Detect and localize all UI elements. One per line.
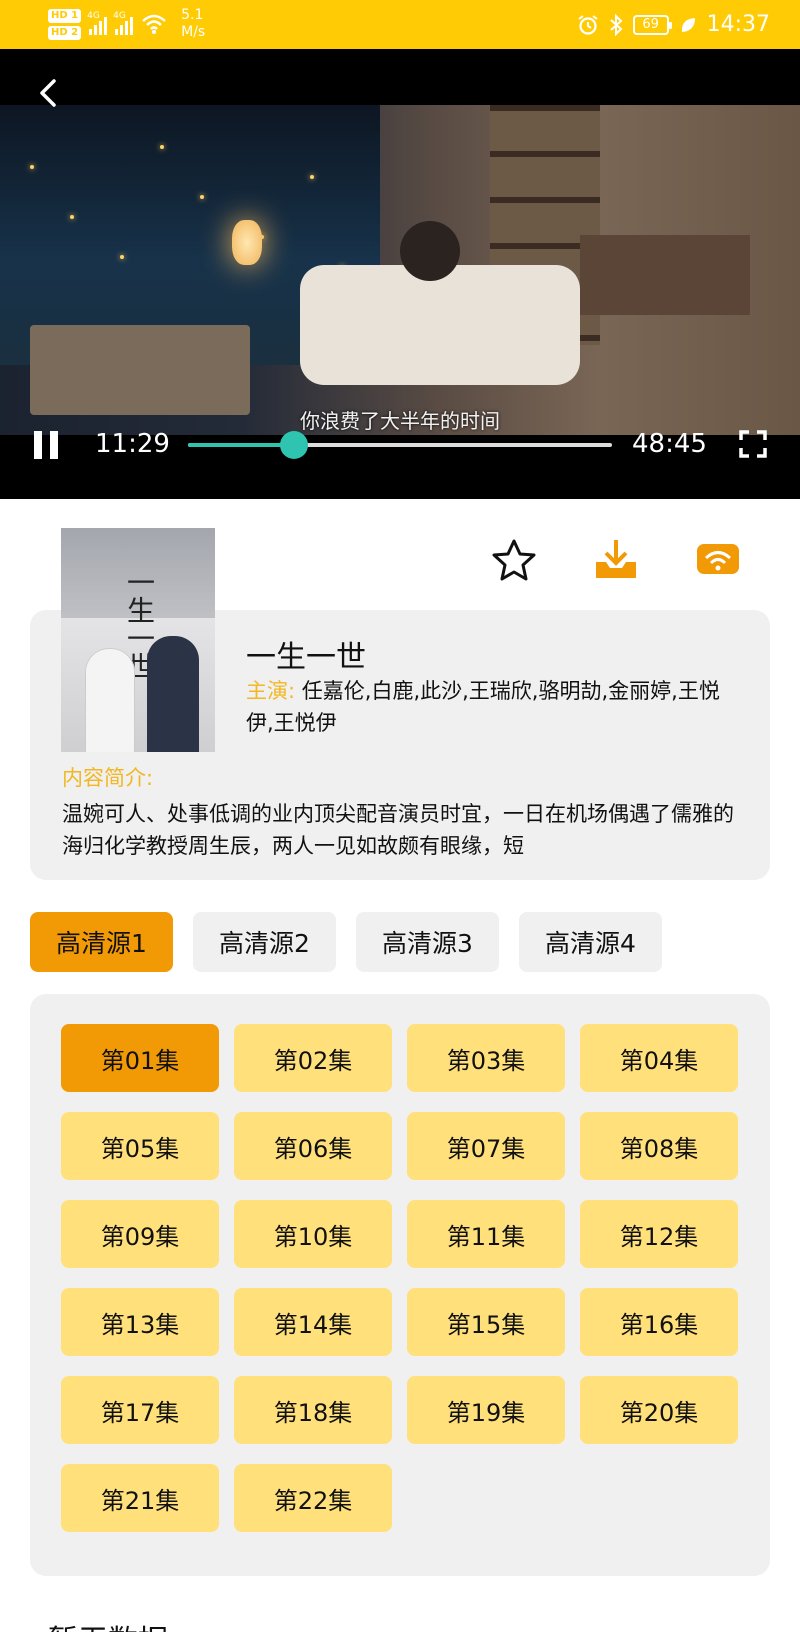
speed-value: 5.1 bbox=[181, 7, 204, 23]
progress-knob[interactable] bbox=[280, 431, 308, 459]
network-type-2: 4G bbox=[113, 11, 126, 21]
coffee-table bbox=[30, 325, 250, 415]
episode-button[interactable]: 第13集 bbox=[61, 1288, 219, 1356]
episode-button[interactable]: 第14集 bbox=[234, 1288, 392, 1356]
bluetooth-icon bbox=[609, 13, 623, 36]
episode-button[interactable]: 第10集 bbox=[234, 1200, 392, 1268]
episode-button[interactable]: 第19集 bbox=[407, 1376, 565, 1444]
episode-button[interactable]: 第01集 bbox=[61, 1024, 219, 1092]
player-controls: 11:29 48:45 bbox=[0, 419, 800, 471]
network-speed: 5.1 M/s bbox=[181, 7, 205, 41]
source-tab[interactable]: 高清源1 bbox=[30, 912, 173, 972]
status-bar: HD 1 HD 2 4G 4G 5.1 M/s 69 14:37 bbox=[0, 0, 800, 49]
show-title: 一生一世 bbox=[246, 640, 366, 675]
episode-button[interactable]: 第17集 bbox=[61, 1376, 219, 1444]
network-type-1: 4G bbox=[87, 11, 100, 21]
intro-label: 内容简介: bbox=[62, 766, 154, 790]
video-player[interactable]: 你浪费了大半年的时间 11:29 48:45 bbox=[0, 49, 800, 499]
episode-button[interactable]: 第11集 bbox=[407, 1200, 565, 1268]
battery-icon: 69 bbox=[632, 14, 672, 35]
speed-unit: M/s bbox=[181, 24, 206, 40]
signal-icon: 4G bbox=[113, 11, 134, 35]
sofa bbox=[300, 265, 580, 385]
status-left: HD 1 HD 2 4G 4G 5.1 M/s bbox=[48, 4, 205, 44]
episode-button[interactable]: 第16集 bbox=[580, 1288, 738, 1356]
hd-indicators: HD 1 HD 2 bbox=[48, 8, 82, 40]
cast-label: 主演: bbox=[246, 679, 296, 703]
episode-button[interactable]: 第02集 bbox=[234, 1024, 392, 1092]
episode-button[interactable]: 第18集 bbox=[234, 1376, 392, 1444]
favorite-star-icon[interactable] bbox=[490, 538, 538, 582]
section-title: 暂无数据 bbox=[48, 1616, 168, 1632]
pause-icon[interactable] bbox=[34, 431, 60, 459]
episode-button[interactable]: 第20集 bbox=[580, 1376, 738, 1444]
hd2-badge: HD 2 bbox=[48, 25, 82, 40]
status-right: 69 14:37 bbox=[577, 0, 770, 49]
source-tab[interactable]: 高清源3 bbox=[356, 912, 499, 972]
cast-screen-icon[interactable] bbox=[696, 538, 740, 582]
episode-button[interactable]: 第15集 bbox=[407, 1288, 565, 1356]
source-tab[interactable]: 高清源4 bbox=[519, 912, 662, 972]
download-icon[interactable] bbox=[594, 538, 638, 582]
episode-button[interactable]: 第08集 bbox=[580, 1112, 738, 1180]
cast-list: 任嘉伦,白鹿,此沙,王瑞欣,骆明劼,金丽婷,王悦伊,王悦伊 bbox=[246, 679, 720, 735]
episode-button[interactable]: 第07集 bbox=[407, 1112, 565, 1180]
episode-button[interactable]: 第09集 bbox=[61, 1200, 219, 1268]
signal-icon: 4G bbox=[87, 11, 108, 35]
episode-button[interactable]: 第06集 bbox=[234, 1112, 392, 1180]
episode-button[interactable]: 第21集 bbox=[61, 1464, 219, 1532]
intro-text: 温婉可人、处事低调的业内顶尖配音演员时宜，一日在机场偶遇了儒雅的海归化学教授周生… bbox=[62, 802, 734, 858]
clock: 14:37 bbox=[706, 12, 770, 37]
progress-fill bbox=[188, 443, 294, 447]
person bbox=[400, 221, 460, 281]
episode-button[interactable]: 第04集 bbox=[580, 1024, 738, 1092]
episode-button[interactable]: 第03集 bbox=[407, 1024, 565, 1092]
video-frame bbox=[0, 105, 800, 435]
fullscreen-icon[interactable] bbox=[738, 429, 768, 459]
progress-slider[interactable] bbox=[188, 431, 612, 459]
episode-button[interactable]: 第05集 bbox=[61, 1112, 219, 1180]
episode-button[interactable]: 第12集 bbox=[580, 1200, 738, 1268]
lamp bbox=[232, 220, 262, 265]
leaf-icon bbox=[681, 17, 695, 32]
alarm-icon bbox=[577, 14, 598, 35]
total-time: 48:45 bbox=[632, 429, 707, 459]
back-arrow-icon[interactable] bbox=[34, 73, 64, 113]
wifi-icon bbox=[142, 14, 166, 34]
source-tab[interactable]: 高清源2 bbox=[193, 912, 336, 972]
cabinet bbox=[580, 235, 750, 315]
cast-info: 主演: 任嘉伦,白鹿,此沙,王瑞欣,骆明劼,金丽婷,王悦伊,王悦伊 bbox=[246, 675, 726, 739]
current-time: 11:29 bbox=[95, 429, 170, 459]
episode-button[interactable]: 第22集 bbox=[234, 1464, 392, 1532]
poster-image: 一生一世 bbox=[61, 528, 215, 752]
hd1-badge: HD 1 bbox=[48, 8, 82, 23]
